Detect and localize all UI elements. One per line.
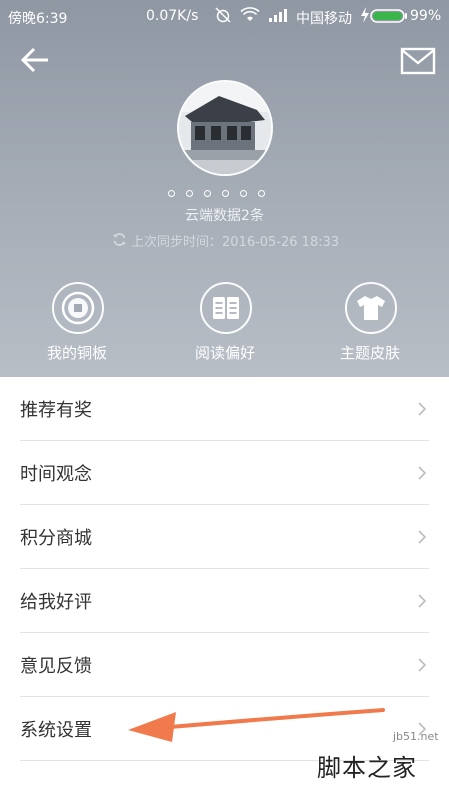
menu-item-rate-us[interactable]: 给我好评 (20, 569, 429, 633)
menu-item-time-concept[interactable]: 时间观念 (20, 441, 429, 505)
menu-item-label: 系统设置 (20, 720, 92, 741)
watermark: jb51.net 脚本之家 (313, 730, 449, 800)
menu-item-referral-reward[interactable]: 推荐有奖 (20, 377, 429, 441)
settings-menu: 推荐有奖 时间观念 积分商城 给我好评 意见反馈 系统设置 (0, 377, 449, 761)
chevron-right-icon (418, 658, 427, 672)
network-speed: 0.07K/s (146, 8, 199, 24)
page-dot (168, 190, 175, 197)
my-coins-button[interactable]: 我的铜板 (22, 282, 132, 362)
menu-item-label: 时间观念 (20, 464, 92, 485)
alarm-off-icon (215, 7, 231, 23)
back-arrow-icon (20, 47, 48, 73)
profile-header: 傍晚6:39 0.07K/s 中国移动 99% 云端数据2条 上次同步时间：20… (0, 0, 449, 377)
coin-icon (61, 291, 95, 325)
carrier-name: 中国移动 (296, 11, 352, 27)
battery-icon (370, 9, 407, 23)
reading-preference-button[interactable]: 阅读偏好 (170, 282, 280, 362)
menu-item-label: 推荐有奖 (20, 400, 92, 421)
mail-icon (400, 47, 436, 75)
status-time: 傍晚6:39 (8, 11, 68, 27)
book-icon-circle (200, 282, 252, 334)
menu-item-points-mall[interactable]: 积分商城 (20, 505, 429, 569)
menu-item-label: 积分商城 (20, 528, 92, 549)
reading-preference-label: 阅读偏好 (194, 344, 255, 362)
chevron-right-icon (418, 402, 427, 416)
theme-skin-label: 主题皮肤 (339, 344, 400, 362)
my-coins-label: 我的铜板 (46, 344, 107, 362)
coin-icon-circle (52, 282, 104, 334)
watermark-text: 脚本之家 (317, 754, 417, 782)
menu-item-label: 意见反馈 (20, 656, 92, 677)
sync-time-text: 上次同步时间：2016-05-26 18:33 (131, 235, 340, 250)
theme-skin-button[interactable]: 主题皮肤 (315, 282, 425, 362)
wifi-icon (240, 7, 260, 21)
page-dot (204, 190, 211, 197)
menu-item-label: 给我好评 (20, 592, 92, 613)
menu-item-feedback[interactable]: 意见反馈 (20, 633, 429, 697)
tshirt-icon-circle (345, 282, 397, 334)
book-icon (213, 297, 239, 319)
tshirt-icon (357, 296, 385, 320)
battery-percent: 99% (410, 8, 442, 24)
chevron-right-icon (418, 530, 427, 544)
page-dot (186, 190, 193, 197)
avatar-image (179, 82, 271, 174)
cloud-data-count: 云端数据2条 (185, 208, 264, 224)
page-dot (240, 190, 247, 197)
back-button[interactable] (16, 44, 54, 78)
page-dot (222, 190, 229, 197)
chevron-right-icon (418, 466, 427, 480)
signal-icon (269, 9, 287, 22)
sync-icon (113, 233, 126, 246)
watermark-url: jb51.net (393, 730, 439, 743)
charging-icon (361, 7, 369, 23)
page-dot (258, 190, 265, 197)
avatar[interactable] (177, 80, 273, 176)
status-bar: 傍晚6:39 0.07K/s 中国移动 99% (0, 0, 449, 32)
mail-button[interactable] (398, 44, 438, 78)
chevron-right-icon (418, 594, 427, 608)
